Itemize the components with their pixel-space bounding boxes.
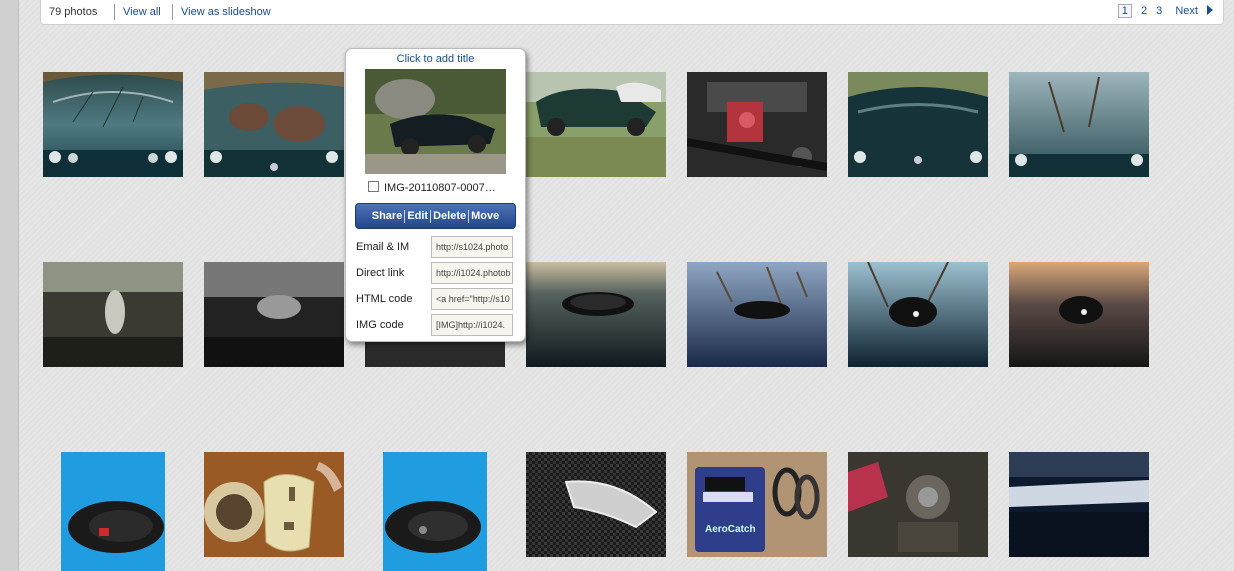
page-3-link[interactable]: 3 xyxy=(1156,5,1162,17)
email-im-field[interactable]: http://s1024.photo xyxy=(431,236,513,258)
popup-photo-preview[interactable] xyxy=(365,69,506,174)
html-code-field[interactable]: <a href="http://s10 xyxy=(431,288,513,310)
edit-button[interactable]: Edit xyxy=(405,210,430,222)
svg-text:AeroCatch: AeroCatch xyxy=(705,524,756,535)
select-checkbox[interactable] xyxy=(368,181,379,192)
photo-thumbnail[interactable] xyxy=(1009,452,1149,557)
album-toolbar: 79 photos View all View as slideshow 1 2… xyxy=(40,0,1224,25)
html-code-label: HTML code xyxy=(356,293,413,305)
divider xyxy=(114,4,115,20)
photo-detail-popup: Click to add title IMG-20110807-0007… Sh… xyxy=(345,48,526,342)
view-slideshow-link[interactable]: View as slideshow xyxy=(181,6,271,18)
add-title-link[interactable]: Click to add title xyxy=(346,53,525,65)
next-link[interactable]: Next xyxy=(1175,5,1198,17)
photo-thumbnail[interactable] xyxy=(43,72,183,177)
photo-thumbnail[interactable] xyxy=(848,72,988,177)
photo-thumbnail[interactable] xyxy=(526,72,666,177)
next-arrow-icon[interactable] xyxy=(1207,5,1213,15)
direct-link-field[interactable]: http://i1024.photob xyxy=(431,262,513,284)
email-im-label: Email & IM xyxy=(356,241,410,253)
page-2-link[interactable]: 2 xyxy=(1141,5,1147,17)
share-button[interactable]: Share xyxy=(370,210,405,222)
move-button[interactable]: Move xyxy=(469,210,501,222)
left-rail xyxy=(0,0,19,571)
photo-thumbnail[interactable] xyxy=(43,262,183,367)
photo-thumbnail[interactable] xyxy=(383,452,487,571)
photo-thumbnail[interactable] xyxy=(204,72,344,177)
view-all-link[interactable]: View all xyxy=(123,6,161,18)
photo-thumbnail[interactable] xyxy=(526,452,666,557)
photo-thumbnail[interactable] xyxy=(687,262,827,367)
photo-thumbnail[interactable] xyxy=(687,72,827,177)
img-code-field[interactable]: [IMG]http://i1024. xyxy=(431,314,513,336)
photo-filename: IMG-20110807-0007… xyxy=(384,182,496,194)
page-1-link[interactable]: 1 xyxy=(1117,4,1132,18)
direct-link-label: Direct link xyxy=(356,267,405,279)
pagination: 1 2 3 Next xyxy=(1112,4,1213,18)
photo-count: 79 photos xyxy=(49,6,98,18)
photo-thumbnail[interactable]: AeroCatch xyxy=(687,452,827,557)
photo-thumbnail[interactable] xyxy=(61,452,165,571)
photo-thumbnail[interactable] xyxy=(204,452,344,557)
photo-thumbnail[interactable] xyxy=(848,262,988,367)
photo-thumbnail[interactable] xyxy=(1009,262,1149,367)
img-code-label: IMG code xyxy=(356,319,404,331)
delete-button[interactable]: Delete xyxy=(431,210,468,222)
divider xyxy=(172,4,173,20)
photo-thumbnail[interactable] xyxy=(1009,72,1149,177)
photo-thumbnail[interactable] xyxy=(204,262,344,367)
photo-thumbnail[interactable] xyxy=(526,262,666,367)
photo-thumbnail[interactable] xyxy=(848,452,988,557)
photo-actions-bar: Share Edit Delete Move xyxy=(355,203,516,229)
